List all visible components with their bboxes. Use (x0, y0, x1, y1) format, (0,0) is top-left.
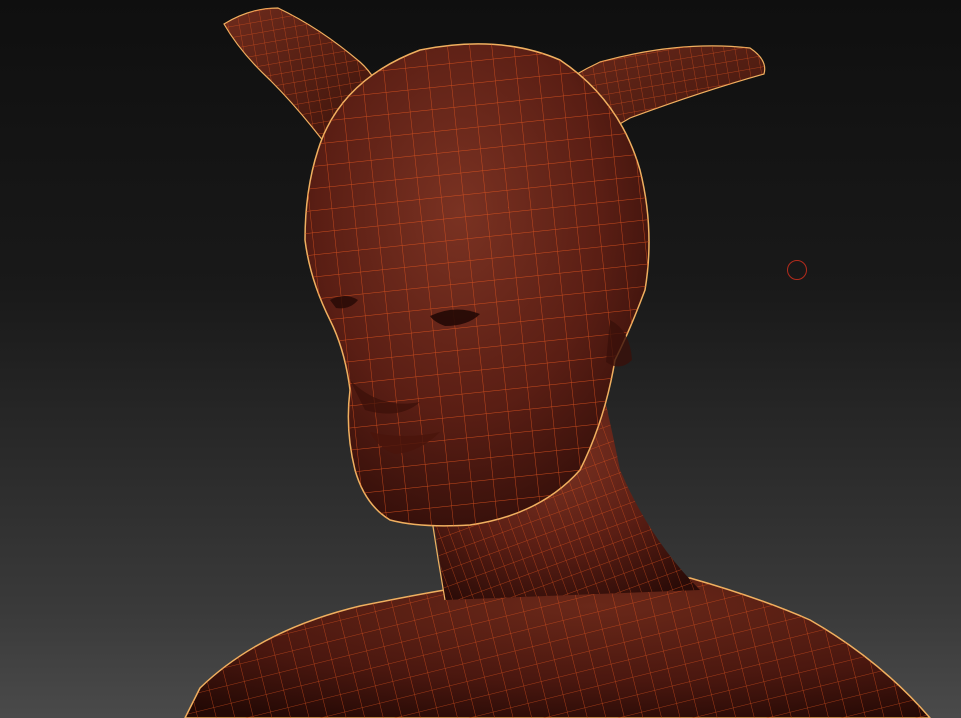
3d-viewport[interactable] (0, 0, 961, 718)
circle-brush-icon[interactable] (787, 260, 807, 280)
sculpt-model[interactable] (0, 0, 961, 718)
shoulders-mesh (184, 577, 931, 718)
